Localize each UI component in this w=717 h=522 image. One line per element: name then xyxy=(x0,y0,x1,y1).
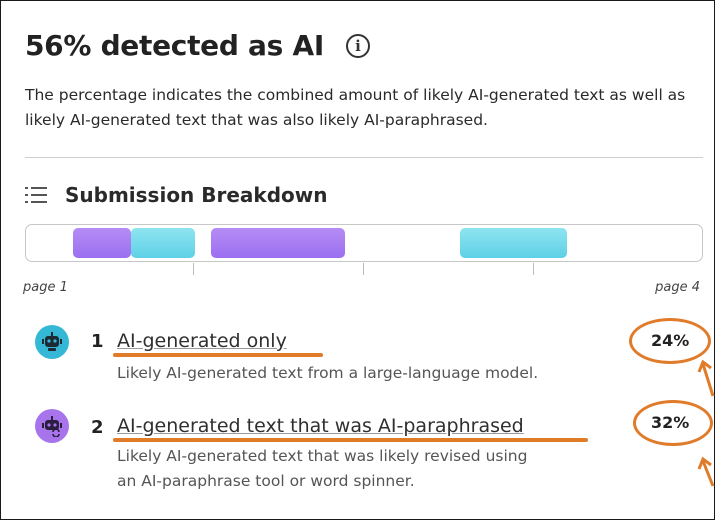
robot-icon xyxy=(35,325,69,359)
breakdown-title: Submission Breakdown xyxy=(65,183,328,207)
item-description: Likely AI-generated text from a large-la… xyxy=(117,364,539,382)
detection-description: The percentage indicates the combined am… xyxy=(25,86,686,129)
ai-paraphrased-segment[interactable] xyxy=(459,228,567,258)
ai-generated-segment[interactable] xyxy=(73,228,131,258)
ai-detection-panel: 56% detected as AI i The percentage indi… xyxy=(0,0,715,520)
page-title: 56% detected as AI xyxy=(25,29,324,62)
page-end-label: page 4 xyxy=(655,280,700,295)
highlight-underline xyxy=(113,438,588,442)
divider xyxy=(25,157,703,158)
item-description-line-1: Likely AI-generated text that was likely… xyxy=(117,447,528,465)
item-number: 1 xyxy=(91,331,104,352)
ai-paraphrased-segment[interactable] xyxy=(130,228,195,258)
submission-breakdown-bar[interactable] xyxy=(25,224,703,262)
info-icon[interactable]: i xyxy=(345,33,370,58)
ai-paraphrased-link[interactable]: AI-generated text that was AI-paraphrase… xyxy=(117,415,524,437)
robot-paraphrase-icon xyxy=(35,409,69,443)
page-tick xyxy=(363,263,364,275)
page-tick xyxy=(193,263,194,275)
ai-generated-segment[interactable] xyxy=(210,228,346,258)
list-icon xyxy=(25,186,47,204)
title-row: 56% detected as AI i xyxy=(25,29,370,62)
highlight-underline xyxy=(113,353,323,357)
breakdown-header: Submission Breakdown xyxy=(25,183,328,207)
page-start-label: page 1 xyxy=(23,280,68,295)
page-tick xyxy=(533,263,534,275)
item-number: 2 xyxy=(91,417,104,438)
ai-generated-only-link[interactable]: AI-generated only xyxy=(117,330,287,352)
annotation-arrows xyxy=(697,359,715,487)
item-description-line-2: an AI-paraphrase tool or word spinner. xyxy=(117,472,415,490)
